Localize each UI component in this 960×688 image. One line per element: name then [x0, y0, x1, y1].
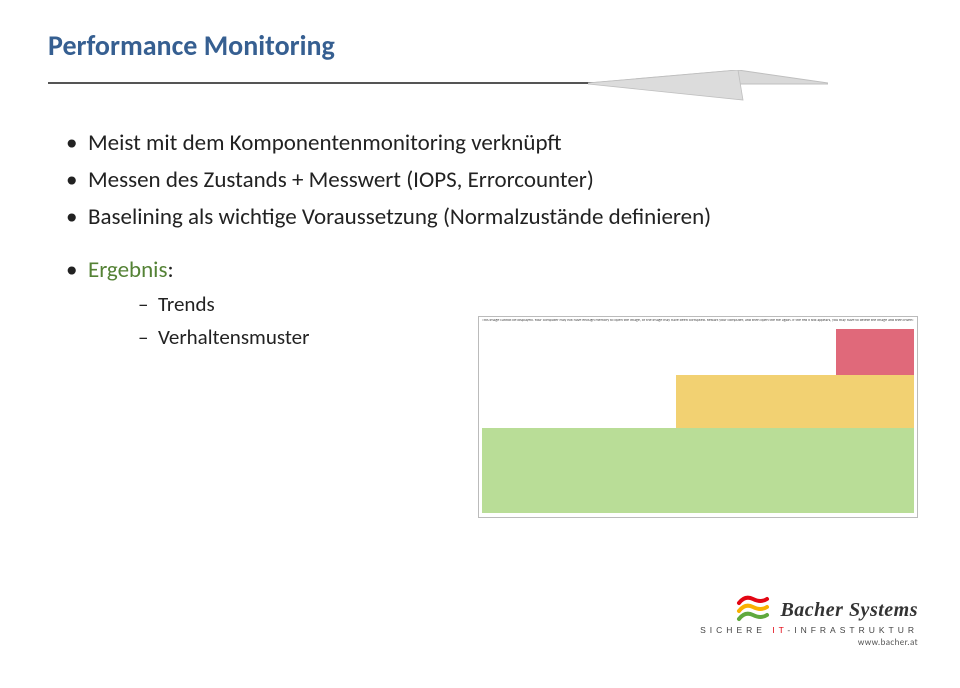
tagline-accent: IT [772, 625, 787, 635]
brand-tagline: SICHERE IT-INFRASTRUKTUR [700, 625, 918, 635]
title-wedge [588, 70, 828, 106]
logo-icon [736, 595, 772, 625]
result-subtext: Verhaltensmuster [158, 324, 309, 350]
bullet-text: Baselining als wichtige Voraussetzung (N… [88, 203, 711, 231]
chart-placeholder: This image cannot be displayed. Your com… [478, 316, 918, 518]
result-subitem: Trends [138, 290, 912, 318]
bullet-item: Messen des Zustands + Messwert (IOPS, Er… [66, 165, 912, 196]
bullet-item: Meist mit dem Komponentenmonitoring verk… [66, 128, 912, 159]
footer-logo: Bacher Systems SICHERE IT-INFRASTRUKTUR … [700, 595, 918, 648]
title-underline [48, 82, 608, 84]
chart-area [482, 329, 914, 513]
chart-band-red [836, 329, 914, 375]
bullet-list: Meist mit dem Komponentenmonitoring verk… [48, 128, 912, 233]
chart-error-caption: This image cannot be displayed. Your com… [482, 319, 914, 323]
result-subtext: Trends [158, 291, 215, 317]
bullet-text: Meist mit dem Komponentenmonitoring verk… [88, 129, 562, 157]
result-label: Ergebnis [88, 256, 167, 284]
bullet-text: Messen des Zustands + Messwert (IOPS, Er… [88, 166, 594, 194]
tagline-prefix: SICHERE [700, 625, 772, 635]
brand-name: Bacher Systems [780, 599, 918, 622]
result-colon: : [167, 256, 173, 284]
chart-band-green [482, 428, 914, 513]
bullet-item: Baselining als wichtige Voraussetzung (N… [66, 202, 912, 233]
tagline-suffix: -INFRASTRUKTUR [787, 625, 918, 635]
chart-band-yellow [676, 375, 914, 428]
slide-title: Performance Monitoring [48, 28, 912, 63]
brand-url: www.bacher.at [700, 637, 918, 648]
